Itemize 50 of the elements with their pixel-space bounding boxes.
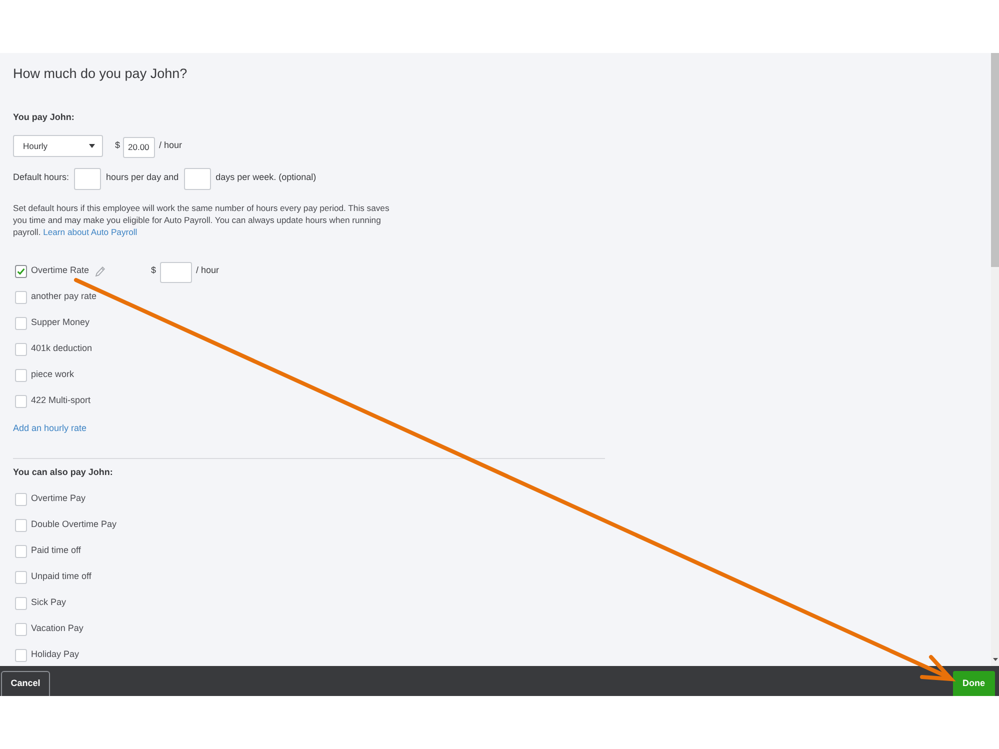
help-text: Set default hours if this employee will work the same number of hours every pay period. This saves you time and may make you eligible for Auto Payroll. You can always update hours when running payroll. Learn about Auto Payroll (13, 202, 390, 238)
currency-symbol: $ (151, 264, 156, 278)
pencil-icon[interactable] (95, 266, 106, 276)
add-hourly-rate-link[interactable]: Add an hourly rate (13, 421, 87, 435)
currency-symbol: $ (115, 139, 120, 152)
caret-icon (89, 144, 95, 148)
pay-type-label: Sick Pay (31, 596, 66, 610)
pay-rate-label: Overtime Rate (31, 264, 90, 278)
pay-type-label: Paid time off (31, 544, 81, 558)
scroll-down-arrow-icon[interactable] (992, 658, 998, 661)
checkbox[interactable] (15, 648, 27, 662)
rate-unit: / hour (196, 264, 220, 278)
checkmark-icon (17, 268, 25, 274)
dialog-title: How much do you pay John? (13, 65, 188, 83)
pay-type-label: Vacation Pay (31, 622, 84, 636)
pay-type-label: Overtime Pay (31, 492, 86, 506)
default-hours-label: Default hours: (13, 171, 70, 184)
pay-rate-label: Supper Money (31, 316, 90, 330)
days-per-week-field[interactable] (184, 168, 211, 190)
pay-rate-label: another pay rate (31, 290, 97, 304)
hours-per-day-label: hours per day and (106, 171, 179, 184)
scrollbar-thumb[interactable] (991, 53, 999, 267)
checkbox[interactable] (15, 316, 27, 330)
checkbox[interactable] (15, 492, 27, 506)
checkbox[interactable] (15, 394, 27, 408)
pay-rate-label: 401k deduction (31, 342, 92, 356)
checkbox[interactable] (15, 622, 27, 636)
hours-per-day-field[interactable] (74, 168, 102, 190)
checkbox[interactable] (15, 342, 27, 356)
pay-rate-label: piece work (31, 368, 74, 382)
checkbox[interactable] (15, 368, 27, 382)
checkbox[interactable] (15, 596, 27, 610)
checkbox[interactable] (15, 264, 27, 278)
checkbox[interactable] (15, 570, 27, 584)
section-heading: You can also pay John: (13, 466, 113, 479)
cancel-button[interactable]: Cancel (1, 671, 50, 696)
pay-type-label: Holiday Pay (31, 648, 80, 662)
checkbox[interactable] (15, 290, 27, 304)
section-heading: You pay John: (13, 111, 74, 124)
checkbox[interactable] (15, 544, 27, 558)
days-per-week-label: days per week. (optional) (216, 171, 316, 184)
checkbox[interactable] (15, 518, 27, 532)
rate-field[interactable] (160, 262, 192, 282)
rate-unit: / hour (159, 139, 182, 152)
pay-type-label: Double Overtime Pay (31, 518, 117, 532)
rate-field[interactable]: 20.00 (123, 136, 156, 158)
pay-type-label: Unpaid time off (31, 570, 92, 584)
auto-payroll-link[interactable]: Learn about Auto Payroll (43, 227, 138, 237)
pay-rate-label: 422 Multi-sport (31, 394, 91, 408)
pay-type-dropdown[interactable]: Hourly (13, 135, 103, 157)
